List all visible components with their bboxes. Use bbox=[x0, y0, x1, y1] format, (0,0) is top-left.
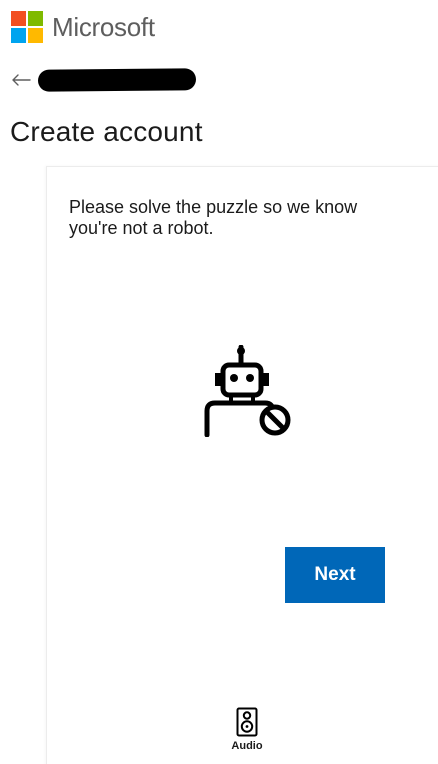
next-button[interactable]: Next bbox=[285, 547, 385, 603]
audio-label: Audio bbox=[231, 740, 263, 752]
page-title: Create account bbox=[10, 116, 203, 147]
challenge-prompt: Please solve the puzzle so we know you'r… bbox=[69, 197, 358, 238]
redacted-email bbox=[37, 68, 197, 92]
brand-name: Microsoft bbox=[52, 12, 155, 42]
page: Microsoft Create account Please solve th… bbox=[0, 0, 438, 764]
robot-blocked-icon bbox=[204, 345, 291, 437]
brand-header: Microsoft bbox=[11, 11, 155, 43]
challenge-card: Please solve the puzzle so we know you'r… bbox=[46, 166, 438, 764]
audio-button[interactable]: Audio bbox=[225, 707, 269, 752]
arrow-left-icon[interactable] bbox=[10, 71, 32, 89]
microsoft-logo-icon bbox=[11, 11, 43, 43]
speaker-icon bbox=[236, 707, 258, 737]
identity-row bbox=[10, 66, 197, 94]
